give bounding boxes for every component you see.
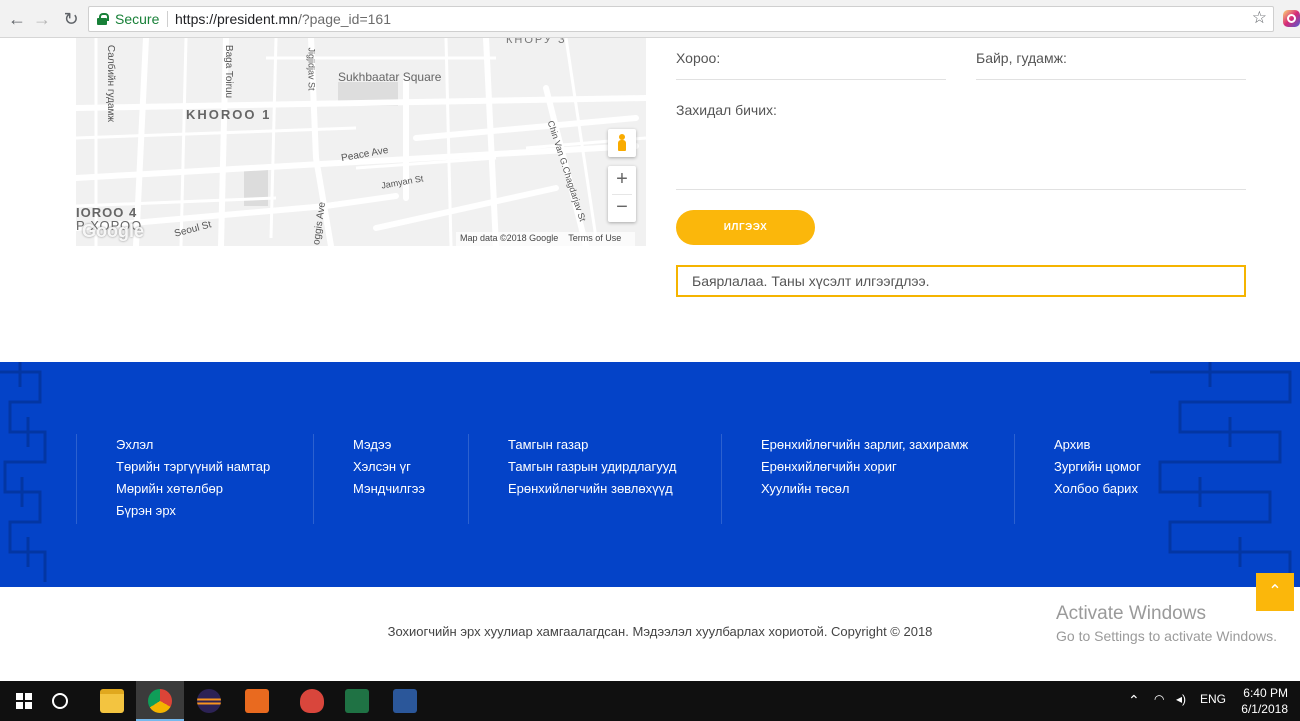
footer-link[interactable]: Ерөнхийлөгчийн хориг xyxy=(761,456,1014,478)
footer-column-5: Архив Зургийн цомог Холбоо барих xyxy=(1014,434,1214,524)
lock-icon xyxy=(97,13,109,25)
url-text[interactable]: https://president.mn/?page_id=161 xyxy=(175,11,391,27)
excel-icon xyxy=(345,689,369,713)
eclipse-icon xyxy=(197,689,221,713)
url-host: https://president.mn xyxy=(175,11,298,27)
footer-column-4: Ерөнхийлөгчийн зарлиг, захирамж Ерөнхийл… xyxy=(721,434,1014,524)
map-terms-link[interactable]: Terms of Use xyxy=(568,233,621,243)
activate-windows-title: Activate Windows xyxy=(1056,603,1206,624)
chevron-up-icon: ⌃ xyxy=(1268,583,1282,600)
bookmark-star-icon[interactable]: ☆ xyxy=(1252,8,1267,28)
media-player-icon xyxy=(245,689,269,713)
snipping-tool-icon xyxy=(300,689,324,713)
footer-column-1: Эхлэл Төрийн тэргүүний намтар Мөрийн хөт… xyxy=(76,434,313,524)
address-bar[interactable]: Secure https://president.mn/?page_id=161… xyxy=(88,6,1274,32)
street-view-pegman-icon[interactable] xyxy=(608,129,636,157)
letter-textarea[interactable] xyxy=(676,189,1246,190)
taskbar-eclipse[interactable] xyxy=(185,681,233,721)
footer-link[interactable]: Зургийн цомог xyxy=(1054,456,1214,478)
instagram-extension-icon[interactable] xyxy=(1283,10,1300,27)
taskbar-media-player[interactable] xyxy=(233,681,281,721)
browser-toolbar: ← → ↻ Secure https://president.mn/?page_… xyxy=(0,0,1300,38)
secure-label: Secure xyxy=(115,11,160,27)
language-indicator[interactable]: ENG xyxy=(1200,692,1226,706)
map-credits: Map data ©2018 Google Terms of Use xyxy=(456,232,636,246)
footer-link[interactable]: Тамгын газрын удирдлагууд xyxy=(508,456,721,478)
bair-input[interactable] xyxy=(976,79,1246,80)
zoom-out-button[interactable]: − xyxy=(608,194,636,222)
map-label-khoroo1: KHOROO 1 xyxy=(186,107,272,122)
footer-link[interactable]: Тамгын газар xyxy=(508,434,721,456)
footer-link[interactable]: Төрийн тэргүүний намтар xyxy=(116,456,313,478)
footer-link[interactable]: Мэдээ xyxy=(353,434,468,456)
send-button[interactable]: ИЛГЭЭХ xyxy=(676,210,815,245)
bair-label: Байр, гудамж: xyxy=(976,50,1067,66)
google-logo: Google xyxy=(82,221,144,241)
map-label-jigjidjav-st: Jigjidjav St xyxy=(306,47,317,91)
map-zoom-control: + − xyxy=(608,166,636,222)
footer-link[interactable]: Хуулийн төсөл xyxy=(761,478,1014,500)
footer-column-3: Тамгын газар Тамгын газрын удирдлагууд Е… xyxy=(468,434,721,524)
taskbar-chrome[interactable] xyxy=(136,681,184,721)
map-label-salbiin: Салбийн гудамж xyxy=(105,44,117,123)
reload-icon[interactable]: ↻ xyxy=(60,8,82,30)
footer-link[interactable]: Бүрэн эрх xyxy=(116,500,313,522)
letter-label: Захидал бичих: xyxy=(676,102,777,118)
taskbar-file-explorer[interactable] xyxy=(88,681,136,721)
site-footer: Эхлэл Төрийн тэргүүний намтар Мөрийн хөт… xyxy=(0,362,1300,587)
footer-link[interactable]: Мөрийн хөтөлбөр xyxy=(116,478,313,500)
url-separator xyxy=(167,11,168,27)
activate-windows-watermark: Activate Windows Go to Settings to activ… xyxy=(1056,603,1277,644)
chrome-icon xyxy=(148,689,172,713)
footer-pattern-left xyxy=(0,362,47,582)
url-path: /?page_id=161 xyxy=(297,11,391,27)
taskbar-clock[interactable]: 6:40 PM 6/1/2018 xyxy=(1241,685,1288,717)
khoroo-input[interactable] xyxy=(676,79,946,80)
clock-time: 6:40 PM xyxy=(1243,686,1288,700)
footer-link[interactable]: Эхлэл xyxy=(116,434,313,456)
word-icon xyxy=(393,689,417,713)
page-content: КНОРУ З KHOROO 1 Sukhbaatar Square Peace… xyxy=(0,38,1300,681)
search-button[interactable] xyxy=(40,681,80,721)
activate-windows-subtitle: Go to Settings to activate Windows. xyxy=(1056,628,1277,644)
map-label-top: КНОРУ З xyxy=(506,38,567,46)
footer-link[interactable]: Ерөнхийлөгчийн зөвлөхүүд xyxy=(508,478,721,500)
forward-icon[interactable]: → xyxy=(31,8,53,30)
map-data-credit: Map data ©2018 Google xyxy=(460,233,559,243)
folder-icon xyxy=(100,689,124,713)
khoroo-label: Хороо: xyxy=(676,50,721,66)
taskbar-word[interactable] xyxy=(381,681,429,721)
chevron-up-tray-icon[interactable]: ⌃ xyxy=(1128,692,1140,709)
map-label-baga-toiruu: Baga Toiruu xyxy=(223,44,235,99)
windows-taskbar: ⌃ ◠ ◂) ENG 6:40 PM 6/1/2018 xyxy=(0,681,1300,721)
taskbar-snipping-tool[interactable] xyxy=(288,681,336,721)
footer-link[interactable]: Архив xyxy=(1054,434,1214,456)
footer-link[interactable]: Хэлсэн үг xyxy=(353,456,468,478)
success-message: Баярлалаа. Таны хүсэлт илгээгдлээ. xyxy=(676,265,1246,297)
back-icon[interactable]: ← xyxy=(6,8,28,30)
map-label-sukhbaatar-square: Sukhbaatar Square xyxy=(338,70,442,84)
speaker-icon[interactable]: ◂) xyxy=(1176,692,1186,706)
footer-link[interactable]: Холбоо барих xyxy=(1054,478,1214,500)
windows-logo-icon xyxy=(16,693,32,709)
google-map[interactable]: КНОРУ З KHOROO 1 Sukhbaatar Square Peace… xyxy=(76,38,646,246)
clock-date: 6/1/2018 xyxy=(1241,702,1288,716)
cortana-icon xyxy=(52,693,68,709)
footer-link[interactable]: Мэндчилгээ xyxy=(353,478,468,500)
wifi-icon[interactable]: ◠ xyxy=(1154,692,1164,706)
footer-column-2: Мэдээ Хэлсэн үг Мэндчилгээ xyxy=(313,434,468,524)
footer-link[interactable]: Ерөнхийлөгчийн зарлиг, захирамж xyxy=(761,434,1014,456)
zoom-in-button[interactable]: + xyxy=(608,166,636,194)
taskbar-excel[interactable] xyxy=(333,681,381,721)
